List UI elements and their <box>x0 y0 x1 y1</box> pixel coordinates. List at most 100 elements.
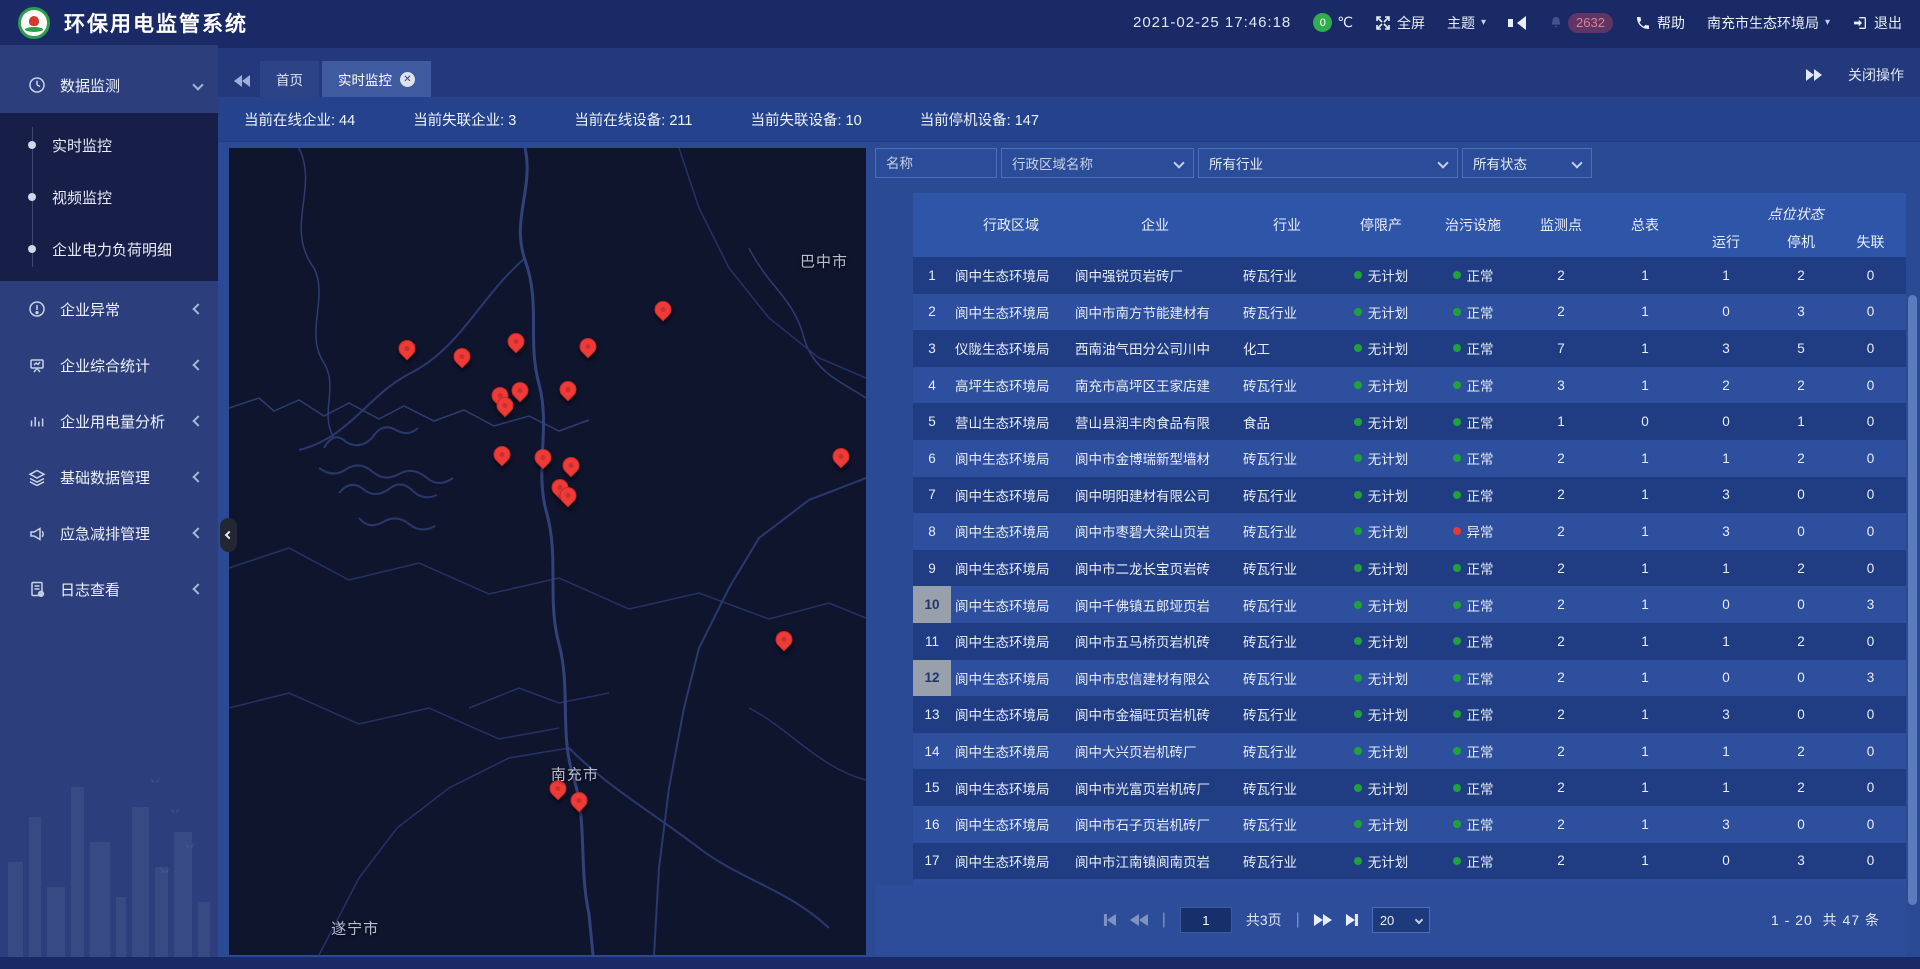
sidebar-subitem[interactable]: 实时监控 <box>0 119 218 171</box>
map-panel[interactable]: 巴中市南充市遂宁市 <box>229 148 866 955</box>
tab-label: 实时监控 <box>338 69 392 89</box>
status-cell: 无计划 <box>1335 660 1427 697</box>
run-cell: 1 <box>1687 440 1765 477</box>
map-pin[interactable] <box>398 340 415 357</box>
map-pin[interactable] <box>494 446 511 463</box>
map-pin[interactable] <box>508 333 525 350</box>
map-pin[interactable] <box>535 449 552 466</box>
map-pin[interactable] <box>559 487 576 504</box>
table-row[interactable]: 10阆中生态环境局阆中千佛镇五郎垭页岩砖瓦行业无计划正常21003 <box>913 586 1906 623</box>
next-page-button[interactable] <box>1314 914 1332 926</box>
industry-cell: 砖瓦行业 <box>1239 513 1335 550</box>
status-cell: 正常 <box>1427 733 1519 770</box>
table-row[interactable]: 16阆中生态环境局阆中市石子页岩机砖厂砖瓦行业无计划正常21300 <box>913 806 1906 843</box>
map-pin[interactable] <box>454 348 471 365</box>
company-cell: 阆中市光富页岩机砖厂 <box>1071 769 1239 806</box>
lost-cell: 3 <box>1837 586 1904 623</box>
sidebar-item-1[interactable]: 企业异常 <box>0 281 218 337</box>
sidebar-item-2[interactable]: 企业综合统计 <box>0 337 218 393</box>
map-pin[interactable] <box>496 397 513 414</box>
logout-button[interactable]: 退出 <box>1852 13 1902 33</box>
table-row[interactable]: 17阆中生态环境局阆中市江南镇阆南页岩砖瓦行业无计划正常21030 <box>913 843 1906 880</box>
first-page-button[interactable] <box>1104 914 1116 926</box>
name-search-input[interactable] <box>875 148 997 178</box>
tabs-scroll-left-button[interactable] <box>234 75 250 87</box>
table-row[interactable]: 2阆中生态环境局阆中市南方节能建材有砖瓦行业无计划正常21030 <box>913 294 1906 331</box>
sidebar-item-3[interactable]: 企业用电量分析 <box>0 393 218 449</box>
help-button[interactable]: 帮助 <box>1635 13 1685 33</box>
map-pin[interactable] <box>563 457 580 474</box>
tabs-scroll-right-button[interactable] <box>1806 69 1822 81</box>
table-row[interactable]: 4高坪生态环境局南充市高坪区王家店建砖瓦行业无计划正常31220 <box>913 367 1906 404</box>
tab-close-icon[interactable]: ✕ <box>400 72 415 87</box>
sidebar-subitem[interactable]: 企业电力负荷明细 <box>0 223 218 275</box>
fullscreen-icon <box>1375 15 1391 31</box>
table-row[interactable]: 14阆中生态环境局阆中大兴页岩机砖厂砖瓦行业无计划正常21120 <box>913 733 1906 770</box>
table-row[interactable]: 3仪陇生态环境局西南油气田分公司川中化工无计划正常71350 <box>913 330 1906 367</box>
prev-page-button[interactable] <box>1130 914 1148 926</box>
table-row[interactable]: 13阆中生态环境局阆中市金福旺页岩机砖砖瓦行业无计划正常21300 <box>913 696 1906 733</box>
table-row[interactable]: 5营山生态环境局营山县润丰肉食品有限食品无计划正常10010 <box>913 403 1906 440</box>
row-number-cell: 11 <box>913 623 951 660</box>
map-pin[interactable] <box>832 448 849 465</box>
scrollbar-thumb[interactable] <box>1908 295 1917 905</box>
divider: | <box>1162 911 1166 929</box>
fullscreen-button[interactable]: 全屏 <box>1375 13 1425 33</box>
notification-area[interactable]: 2632 <box>1548 13 1613 33</box>
company-cell: 阆中市江南镇阆南页岩 <box>1071 843 1239 880</box>
run-cell: 3 <box>1687 696 1765 733</box>
bureau-select[interactable]: 南充市生态环境局 ▾ <box>1707 13 1830 33</box>
company-cell: 阆中市南方节能建材有 <box>1071 294 1239 331</box>
table-row[interactable]: 12阆中生态环境局阆中市忠信建材有限公砖瓦行业无计划正常21003 <box>913 660 1906 697</box>
status-dot-icon <box>1354 527 1362 535</box>
table-row[interactable]: 8阆中生态环境局阆中市枣碧大梁山页岩砖瓦行业无计划异常21300 <box>913 513 1906 550</box>
sidebar-subitem[interactable]: 视频监控 <box>0 171 218 223</box>
lost-cell: 0 <box>1837 696 1904 733</box>
table-row[interactable]: 11阆中生态环境局阆中市五马桥页岩机砖砖瓦行业无计划正常21120 <box>913 623 1906 660</box>
theme-button[interactable]: 主题 ▾ <box>1447 13 1486 33</box>
status-dot-icon <box>1354 784 1362 792</box>
chevron-left-icon <box>192 303 203 314</box>
sidebar-collapse-handle[interactable] <box>220 518 237 552</box>
map-pin[interactable] <box>570 792 587 809</box>
meters-cell: 1 <box>1603 586 1687 623</box>
close-operations-button[interactable]: 关闭操作 <box>1848 65 1904 85</box>
points-cell: 2 <box>1519 550 1603 587</box>
map-pin[interactable] <box>512 382 529 399</box>
last-page-button[interactable] <box>1346 914 1358 926</box>
status-dot-icon <box>1354 857 1362 865</box>
mute-button[interactable] <box>1508 16 1526 30</box>
industry-select[interactable]: 所有行业 <box>1198 148 1458 178</box>
page-size-select[interactable]: 20 <box>1372 907 1430 933</box>
map-pin[interactable] <box>654 301 671 318</box>
table-row[interactable]: 7阆中生态环境局阆中明阳建材有限公司砖瓦行业无计划正常21300 <box>913 477 1906 514</box>
table-row[interactable]: 9阆中生态环境局阆中市二龙长宝页岩砖砖瓦行业无计划正常21120 <box>913 550 1906 587</box>
tab-0[interactable]: 首页 <box>260 61 319 97</box>
points-cell: 2 <box>1519 477 1603 514</box>
status-select[interactable]: 所有状态 <box>1462 148 1592 178</box>
table-row[interactable]: 6阆中生态环境局阆中市金博瑞新型墙材砖瓦行业无计划正常21120 <box>913 440 1906 477</box>
status-cell: 异常 <box>1427 513 1519 550</box>
sidebar-item-0[interactable]: 数据监测 <box>0 57 218 113</box>
status-cell: 正常 <box>1427 843 1519 880</box>
map-pin[interactable] <box>559 381 576 398</box>
table-row[interactable]: 1阆中生态环境局阆中强锐页岩砖厂砖瓦行业无计划正常21120 <box>913 257 1906 294</box>
sidebar-menu: 数据监测实时监控视频监控企业电力负荷明细企业异常企业综合统计企业用电量分析基础数… <box>0 45 218 617</box>
region-cell: 阆中生态环境局 <box>951 843 1071 880</box>
region-select[interactable]: 行政区域名称 <box>1001 148 1194 178</box>
map-pin[interactable] <box>775 631 792 648</box>
alert-icon <box>28 300 46 318</box>
map-pin[interactable] <box>580 338 597 355</box>
sidebar-item-4[interactable]: 基础数据管理 <box>0 449 218 505</box>
sidebar-item-5[interactable]: 应急减排管理 <box>0 505 218 561</box>
column-header: 总表 <box>1603 193 1687 257</box>
column-header: 监测点 <box>1519 193 1603 257</box>
tab-1[interactable]: 实时监控 ✕ <box>322 61 431 97</box>
sidebar-item-6[interactable]: 日志查看 <box>0 561 218 617</box>
sidebar-item-label: 企业异常 <box>60 299 180 320</box>
table-row[interactable]: 15阆中生态环境局阆中市光富页岩机砖厂砖瓦行业无计划正常21120 <box>913 769 1906 806</box>
lost-cell: 0 <box>1837 367 1904 404</box>
status-cell: 无计划 <box>1335 440 1427 477</box>
page-number-input[interactable] <box>1180 907 1232 933</box>
status-cell: 正常 <box>1427 806 1519 843</box>
